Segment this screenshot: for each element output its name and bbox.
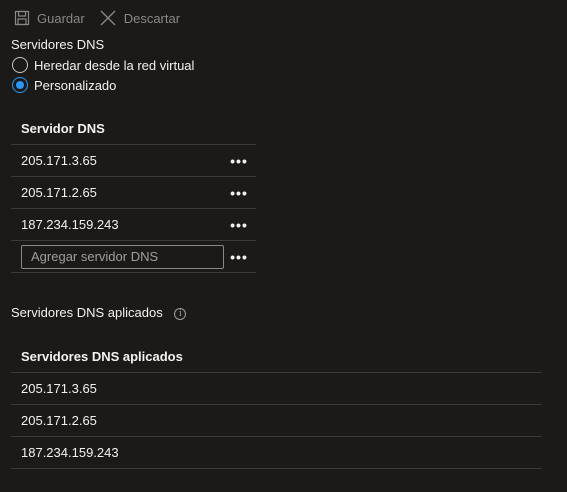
- radio-button[interactable]: [12, 57, 28, 73]
- applied-dns-label-row: Servidores DNS aplicados i: [11, 305, 187, 320]
- table-row: 187.234.159.243 •••: [11, 209, 256, 241]
- radio-button-selected[interactable]: [12, 77, 28, 93]
- radio-label: Personalizado: [34, 77, 117, 93]
- command-bar: Guardar Descartar: [14, 7, 194, 29]
- applied-dns-value: 187.234.159.243: [21, 445, 119, 460]
- dns-server-column-header: Servidor DNS: [11, 113, 256, 145]
- table-row: 205.171.3.65 •••: [11, 145, 256, 177]
- close-icon: [100, 10, 116, 26]
- table-row: 205.171.2.65 •••: [11, 177, 256, 209]
- info-icon[interactable]: i: [174, 307, 187, 320]
- more-options-icon[interactable]: •••: [228, 153, 250, 169]
- table-row: 187.234.159.243: [11, 437, 542, 469]
- radio-inherit-from-vnet[interactable]: Heredar desde la red virtual: [12, 57, 194, 73]
- add-dns-row: •••: [11, 241, 256, 273]
- dns-server-value: 205.171.2.65: [21, 185, 97, 200]
- more-options-icon[interactable]: •••: [228, 217, 250, 233]
- more-options-icon[interactable]: •••: [228, 249, 250, 265]
- applied-dns-column-header: Servidores DNS aplicados: [11, 341, 542, 373]
- table-row: 205.171.3.65: [11, 373, 542, 405]
- applied-dns-value: 205.171.3.65: [21, 381, 97, 396]
- save-icon: [14, 10, 30, 26]
- dns-servers-label: Servidores DNS: [11, 37, 105, 52]
- save-label: Guardar: [37, 10, 85, 26]
- save-button[interactable]: Guardar: [14, 10, 85, 26]
- more-options-icon[interactable]: •••: [228, 185, 250, 201]
- dns-server-value: 205.171.3.65: [21, 153, 97, 168]
- discard-button[interactable]: Descartar: [99, 9, 180, 27]
- radio-label: Heredar desde la red virtual: [34, 57, 195, 73]
- applied-dns-label: Servidores DNS aplicados: [11, 305, 163, 320]
- applied-dns-value: 205.171.2.65: [21, 413, 97, 428]
- radio-custom[interactable]: Personalizado: [12, 77, 116, 93]
- add-dns-server-input[interactable]: [21, 244, 224, 269]
- discard-label: Descartar: [123, 10, 181, 26]
- dns-server-grid: Servidor DNS 205.171.3.65 ••• 205.171.2.…: [11, 113, 256, 273]
- table-row: 205.171.2.65: [11, 405, 542, 437]
- applied-dns-grid: Servidores DNS aplicados 205.171.3.65 20…: [11, 341, 542, 469]
- dns-server-value: 187.234.159.243: [21, 217, 119, 232]
